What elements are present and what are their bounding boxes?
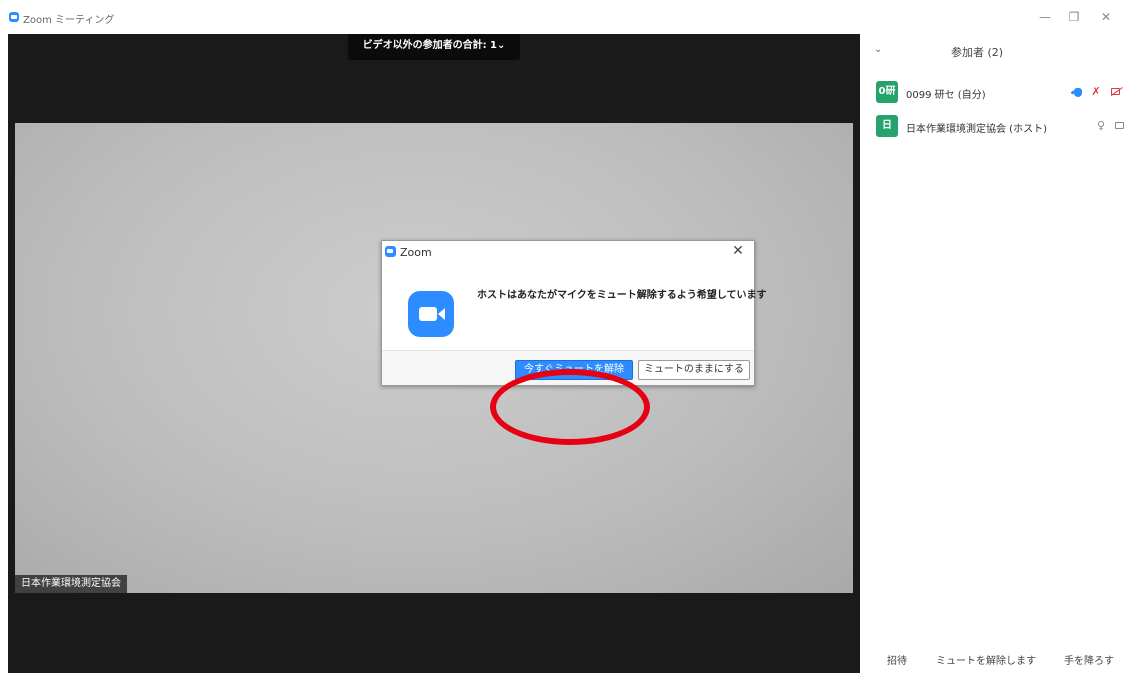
- video-icon: [1114, 118, 1128, 134]
- camera-body-shape: [419, 307, 437, 321]
- dialog-title: Zoom: [400, 246, 432, 259]
- dialog-close-button[interactable]: ✕: [730, 243, 746, 259]
- raised-hand-icon: [1070, 84, 1083, 100]
- zoom-camera-icon: [408, 291, 454, 337]
- dialog-header: Zoom ✕: [382, 241, 754, 263]
- participants-panel-footer: 招待 ミュートを解除します 手を降ろす: [860, 651, 1130, 673]
- unmute-now-button[interactable]: 今すぐミュートを解除: [515, 360, 633, 380]
- camera-lens-shape: [438, 308, 445, 320]
- non-video-participants-label: ビデオ以外の参加者の合計: 1: [362, 40, 498, 51]
- mic-muted-icon: ✗: [1091, 85, 1101, 98]
- participant-row-self[interactable]: 0研 0099 研セ (自分) ✗: [860, 78, 1130, 106]
- participant-row-host[interactable]: 日 日本作業環境測定協会 (ホスト) ♀: [860, 112, 1130, 140]
- mic-icon: ♀: [1096, 119, 1106, 132]
- non-video-participants-banner[interactable]: ビデオ以外の参加者の合計: 1⌄: [348, 34, 520, 60]
- participant-name: 0099 研セ (自分): [906, 90, 986, 101]
- minimize-button[interactable]: —: [1036, 10, 1054, 24]
- unmute-request-dialog: Zoom ✕ ホストはあなたがマイクをミュート解除するよう希望しています 今すぐ…: [381, 240, 767, 386]
- restore-button[interactable]: ❐: [1065, 10, 1083, 24]
- avatar: 日: [876, 115, 898, 137]
- invite-button[interactable]: 招待: [878, 651, 916, 673]
- window-titlebar: Zoom ミーティング — ❐ ✕: [0, 0, 1130, 34]
- chevron-down-icon: ⌄: [497, 40, 506, 51]
- dialog-body: ホストはあなたがマイクをミュート解除するよう希望しています: [382, 263, 767, 351]
- unmute-all-button[interactable]: ミュートを解除します: [931, 651, 1041, 673]
- stay-muted-button[interactable]: ミュートのままにする: [638, 360, 750, 380]
- speaker-name-tag: 日本作業環境測定協会: [15, 575, 127, 593]
- close-window-button[interactable]: ✕: [1097, 10, 1115, 24]
- video-off-icon: [1110, 84, 1124, 100]
- dialog-message: ホストはあなたがマイクをミュート解除するよう希望しています: [477, 290, 767, 301]
- participants-panel-title: 参加者 (2): [950, 46, 1004, 59]
- dialog-footer: 今すぐミュートを解除 ミュートのままにする: [382, 350, 754, 385]
- participants-panel: ⌄ 参加者 (2) 0研 0099 研セ (自分) ✗ 日 日本作業環境測定協会…: [860, 34, 1130, 673]
- avatar: 0研: [876, 81, 898, 103]
- participant-name: 日本作業環境測定協会 (ホスト): [906, 124, 1047, 135]
- window-title: Zoom ミーティング: [23, 15, 115, 26]
- zoom-logo-icon: [9, 12, 19, 22]
- lower-hand-button[interactable]: 手を降ろす: [1053, 651, 1125, 673]
- zoom-logo-icon: [385, 246, 396, 257]
